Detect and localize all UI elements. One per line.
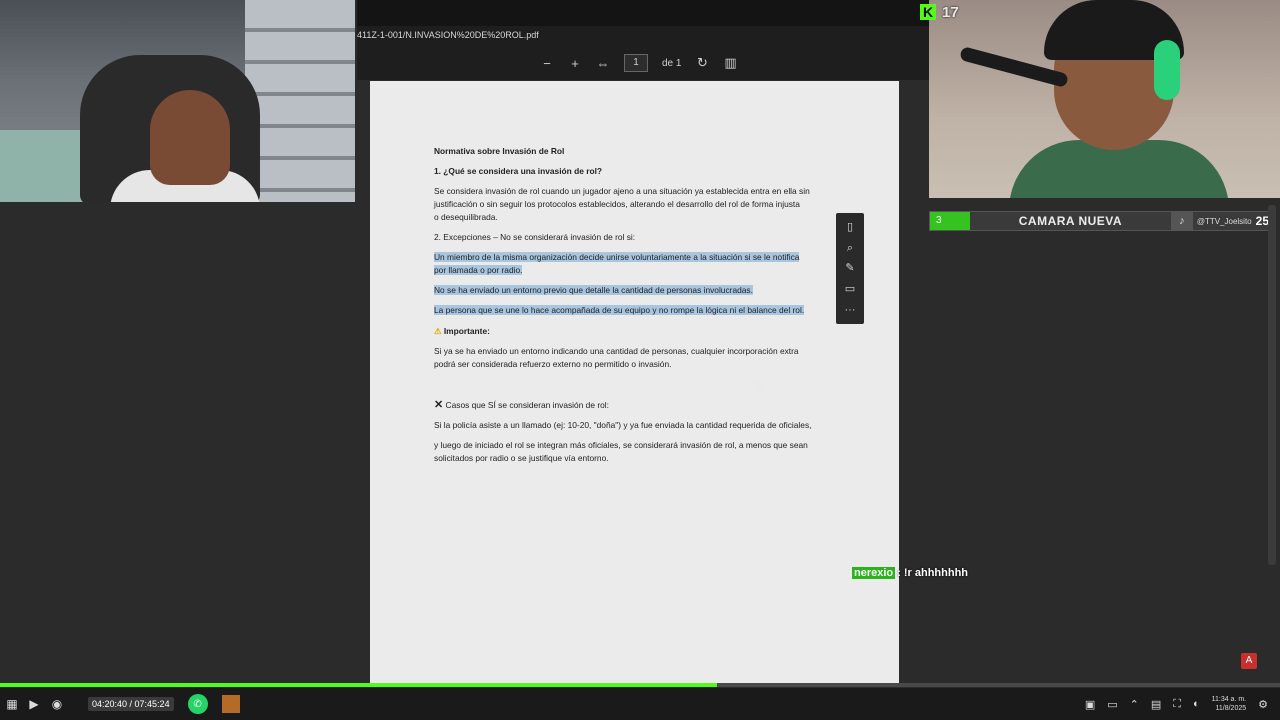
doc-paragraph-line: Si la policía asiste a un llamado (ej: 1…: [434, 420, 812, 430]
important-label: Importante:: [443, 326, 490, 336]
person-head: [150, 90, 230, 185]
selected-text[interactable]: por llamada o por radio.: [434, 265, 523, 275]
cross-icon: ✕: [434, 399, 444, 411]
nameplate-handle: @TTV_Joelsito: [1196, 216, 1252, 226]
doc-paragraph-line: podrá ser considerada refuerzo externo n…: [434, 359, 672, 369]
chat-username: nerexio: [852, 567, 896, 579]
acrobat-icon[interactable]: A: [1241, 653, 1257, 669]
video-time: 04:20:40 / 07:45:24: [88, 697, 174, 711]
doc-paragraph-line: o desequilibrada.: [434, 212, 498, 222]
selected-text[interactable]: La persona que se une lo hace acompañada…: [434, 305, 805, 315]
chat-text: : !r ahhhhhhh: [897, 567, 969, 579]
clock: 11:34 a. m. 11/8/2025: [1212, 695, 1247, 713]
doc-question-1: 1. ¿Qué se considera una invasión de rol…: [434, 166, 603, 176]
doc-cases-heading: ✕ Casos que SÍ se consideran invasión de…: [434, 399, 609, 412]
nameplate-title: CAMARA NUEVA: [1018, 214, 1123, 228]
streamer-webcam-right: [929, 0, 1280, 198]
doc-exception-line: Un miembro de la misma organización deci…: [434, 251, 800, 264]
doc-paragraph-line: Se considera invasión de rol cuando un j…: [434, 186, 810, 196]
doc-question-2: 2. Excepciones – No se considerará invas…: [434, 232, 636, 242]
viewer-count: 17: [942, 3, 959, 21]
headset: [1154, 40, 1180, 100]
clock-date: 11/8/2025: [1215, 705, 1247, 712]
doc-paragraph-line: Si ya se ha enviado un entorno indicando…: [434, 346, 799, 356]
settings-icon[interactable]: ⚙: [1258, 698, 1268, 711]
video-progress-fill: [0, 683, 717, 687]
system-tray: ▣ ▭ ⌃ ▤ ⛶ ◐ 11:34 a. m. 11/8/2025 ⚙: [1085, 688, 1280, 720]
pdf-toolbar: − + ⇔ 1 de 1 ↻ ▥: [540, 53, 737, 73]
streamer-webcam-left: [0, 0, 355, 202]
browser-tabstrip: [357, 0, 929, 26]
nameplate-left-number: 3: [930, 212, 970, 230]
doc-exception-line: No se ha enviado un entorno previo que d…: [434, 284, 753, 297]
chat-message: nerexio : !r ahhhhhhh: [852, 567, 968, 579]
shoe-shelf: [245, 0, 355, 202]
page-icon[interactable]: ▯: [843, 220, 857, 234]
scrollbar[interactable]: [1268, 205, 1276, 565]
selected-text[interactable]: Un miembro de la misma organización deci…: [434, 252, 800, 262]
chevron-up-icon[interactable]: ⌃: [1130, 698, 1139, 711]
windows-start-icon[interactable]: ▦: [0, 688, 24, 720]
kick-logo-icon: K: [920, 4, 936, 20]
pdf-filename: 411Z-1-001/N.INVASION%20DE%20ROL.pdf: [357, 30, 539, 40]
selection-toolbar: ▯ ⌕ ✎ ▭ ···: [836, 213, 864, 324]
clock-time: 11:34 a. m.: [1211, 696, 1247, 703]
kick-viewer-badge: K 17: [920, 3, 959, 21]
highlight-icon[interactable]: ✎: [843, 261, 857, 275]
folder-icon[interactable]: ▭: [1107, 698, 1117, 711]
doc-paragraph-line: solicitados por radio o se justifique ví…: [434, 453, 609, 463]
selected-text[interactable]: No se ha enviado un entorno previo que d…: [434, 285, 753, 295]
doc-exception-line: La persona que se une lo hace acompañada…: [434, 304, 805, 317]
doc-title: Normativa sobre Invasión de Rol: [434, 146, 565, 156]
tiktok-icon: ♪: [1170, 212, 1193, 230]
two-page-icon[interactable]: ▥: [723, 55, 737, 70]
volume-icon[interactable]: ◉: [44, 688, 70, 720]
comment-icon[interactable]: ▭: [843, 282, 857, 296]
warning-icon: ⚠: [434, 326, 442, 336]
search-icon[interactable]: ⌕: [843, 241, 857, 255]
doc-paragraph-line: justificación o sin seguir los protocolo…: [434, 199, 800, 209]
zoom-out-icon[interactable]: −: [540, 56, 554, 71]
fit-width-icon[interactable]: ⇔: [596, 56, 610, 71]
app-icon[interactable]: [221, 695, 240, 713]
more-icon[interactable]: ···: [843, 303, 857, 317]
play-icon[interactable]: ▶: [24, 688, 44, 720]
camera-nameplate: 3 CAMARA NUEVA ♪ @TTV_Joelsito 25: [929, 211, 1274, 231]
cases-label: Casos que SÍ se consideran invasión de r…: [445, 400, 609, 410]
window-icon[interactable]: ▣: [1085, 698, 1095, 711]
doc-exception-line: por llamada o por radio.: [434, 264, 523, 277]
doc-paragraph-line: y luego de iniciado el rol se integran m…: [434, 440, 808, 450]
whatsapp-icon[interactable]: ✆: [187, 694, 208, 714]
rotate-icon[interactable]: ↻: [695, 55, 709, 70]
display-icon[interactable]: ▤: [1151, 698, 1161, 711]
pdf-page: Normativa sobre Invasión de Rol 1. ¿Qué …: [370, 81, 899, 687]
page-number-input[interactable]: 1: [624, 54, 648, 72]
zoom-in-icon[interactable]: +: [568, 56, 582, 71]
fullscreen-icon[interactable]: ⛶: [1173, 698, 1181, 711]
page-count-label: de 1: [662, 57, 682, 69]
speed-icon[interactable]: ◐: [1193, 698, 1200, 710]
doc-important-heading: ⚠ Importante:: [434, 325, 490, 338]
